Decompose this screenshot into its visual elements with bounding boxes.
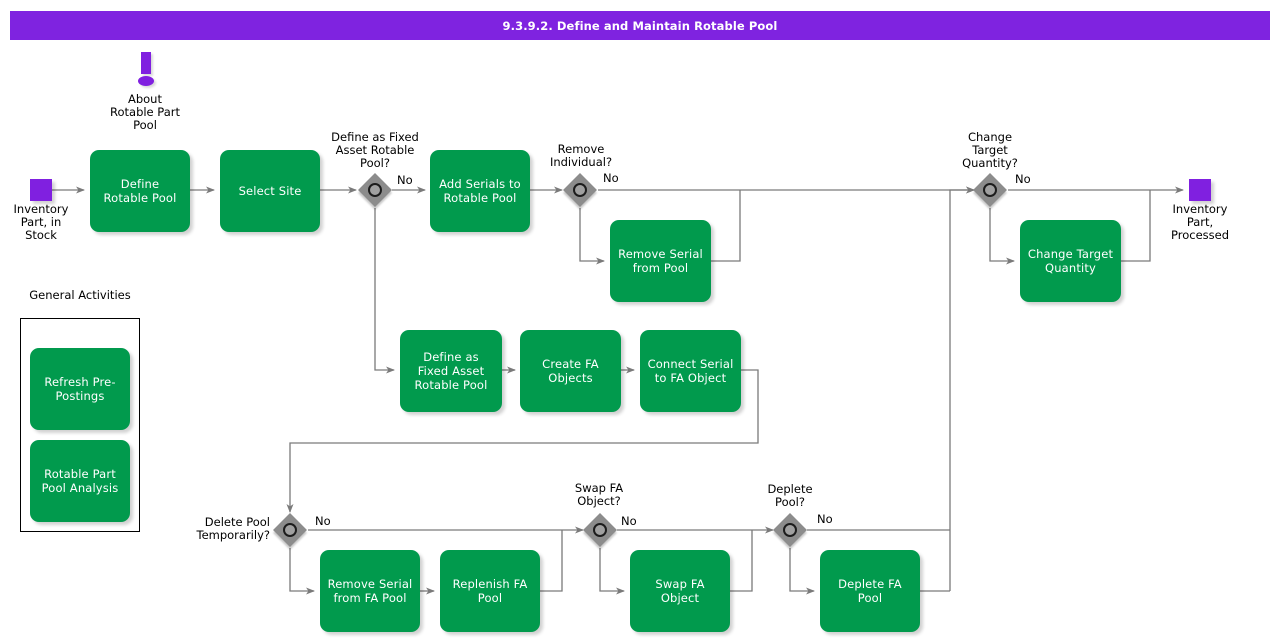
decision-ring-icon [783, 523, 797, 537]
activity-rotable-part-pool-analysis[interactable]: Rotable Part Pool Analysis [30, 440, 130, 522]
decision-delete-pool-temporarily[interactable] [274, 514, 306, 546]
end-node-label: Inventory Part, Processed [1149, 203, 1251, 242]
branch-label-no-2: No [603, 172, 633, 185]
start-node-label: Inventory Part, in Stock [0, 203, 92, 242]
decision-ring-icon [983, 183, 997, 197]
branch-label-no-3: No [1015, 173, 1045, 186]
branch-label-no-6: No [817, 513, 847, 526]
branch-label-no-5: No [621, 515, 651, 528]
decision-ring-icon [368, 183, 382, 197]
activity-define-as-fixed-asset-rotable-pool[interactable]: Define as Fixed Asset Rotable Pool [400, 330, 502, 412]
activity-swap-fa-object[interactable]: Swap FA Object [630, 550, 730, 632]
about-note-label: About Rotable Part Pool [85, 93, 205, 132]
decision-swap-fa-object-label: Swap FA Object? [540, 482, 658, 508]
decision-change-target-quantity-label: Change Target Quantity? [930, 131, 1050, 170]
decision-change-target-quantity[interactable] [974, 174, 1006, 206]
activity-define-rotable-pool[interactable]: Define Rotable Pool [90, 150, 190, 232]
exclamation-note-dot-icon [138, 76, 154, 86]
decision-ring-icon [593, 523, 607, 537]
exclamation-note-icon [141, 52, 151, 74]
decision-deplete-pool[interactable] [774, 514, 806, 546]
decision-define-as-fixed-asset-rotable-pool[interactable] [359, 174, 391, 206]
decision-remove-individual[interactable] [564, 174, 596, 206]
decision-swap-fa-object[interactable] [584, 514, 616, 546]
activity-deplete-fa-pool[interactable]: Deplete FA Pool [820, 550, 920, 632]
page-title: 9.3.9.2. Define and Maintain Rotable Poo… [503, 19, 778, 33]
branch-label-no-1: No [397, 174, 427, 187]
activity-refresh-pre-postings[interactable]: Refresh Pre- Postings [30, 348, 130, 430]
activity-replenish-fa-pool[interactable]: Replenish FA Pool [440, 550, 540, 632]
page-title-bar: 9.3.9.2. Define and Maintain Rotable Poo… [10, 11, 1270, 40]
decision-remove-individual-label: Remove Individual? [522, 143, 640, 169]
flowchart-canvas: 9.3.9.2. Define and Maintain Rotable Poo… [0, 0, 1280, 640]
branch-label-no-4: No [315, 515, 345, 528]
general-activities-title: General Activities [20, 289, 140, 302]
activity-add-serials-to-rotable-pool[interactable]: Add Serials to Rotable Pool [430, 150, 530, 232]
activity-remove-serial-from-pool[interactable]: Remove Serial from Pool [610, 220, 711, 302]
start-node-icon [30, 179, 52, 201]
activity-connect-serial-to-fa-object[interactable]: Connect Serial to FA Object [640, 330, 741, 412]
decision-delete-pool-temporarily-label: Delete Pool Temporarily? [160, 516, 270, 542]
decision-ring-icon [283, 523, 297, 537]
decision-define-as-fixed-asset-rotable-pool-label: Define as Fixed Asset Rotable Pool? [315, 131, 435, 170]
activity-create-fa-objects[interactable]: Create FA Objects [520, 330, 621, 412]
decision-ring-icon [573, 183, 587, 197]
activity-select-site[interactable]: Select Site [220, 150, 320, 232]
activity-remove-serial-from-fa-pool[interactable]: Remove Serial from FA Pool [320, 550, 420, 632]
decision-deplete-pool-label: Deplete Pool? [733, 483, 847, 509]
end-node-icon [1189, 179, 1211, 201]
about-note [134, 52, 158, 88]
activity-change-target-quantity[interactable]: Change Target Quantity [1020, 220, 1121, 302]
